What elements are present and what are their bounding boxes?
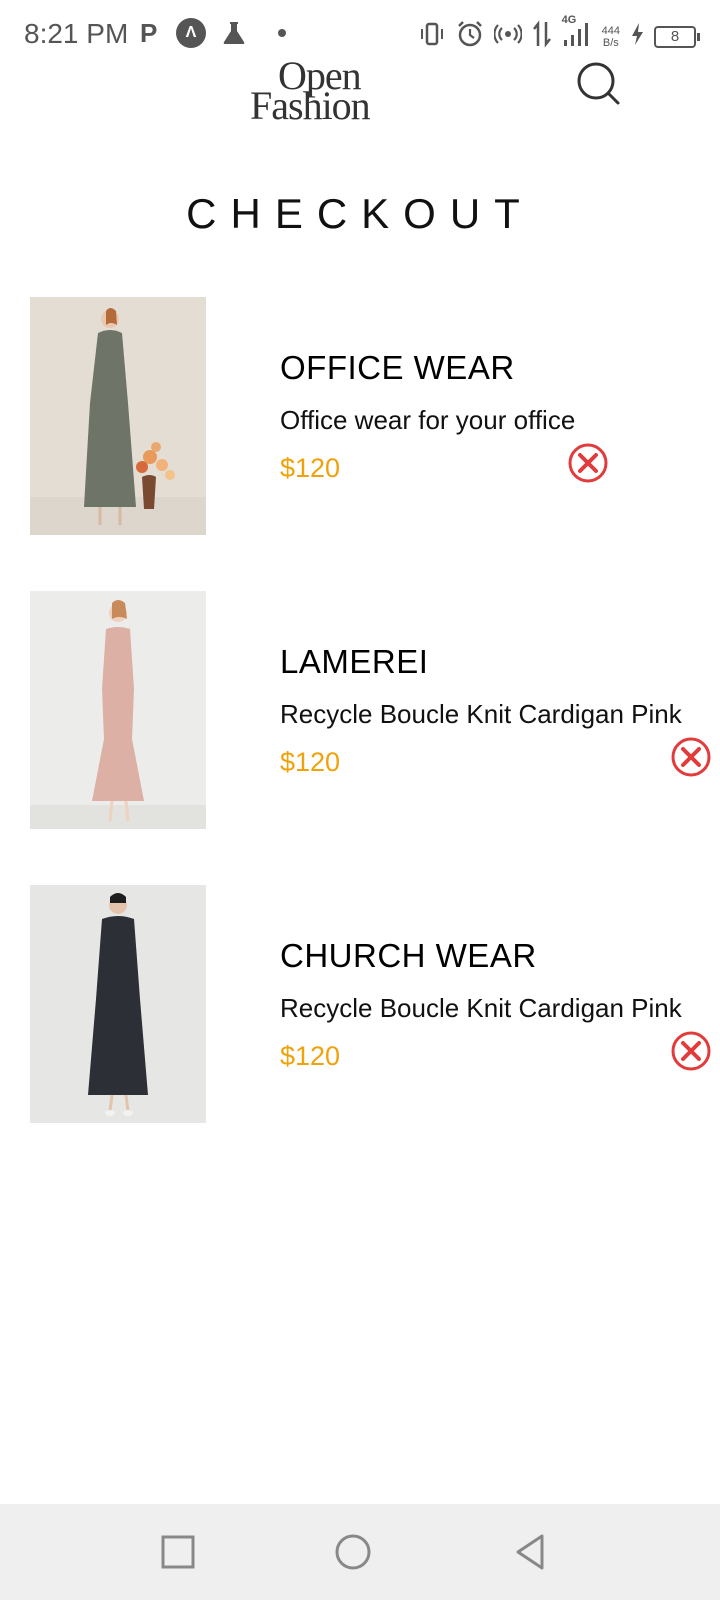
notification-icons: P Λ bbox=[140, 18, 286, 48]
net-speed: 444 B/s bbox=[602, 25, 620, 49]
product-image[interactable] bbox=[30, 885, 206, 1123]
signal-icon: 4G bbox=[562, 14, 592, 53]
item-name: LAMEREI bbox=[280, 643, 429, 680]
close-circle-icon bbox=[671, 737, 711, 777]
flask-icon bbox=[220, 19, 248, 47]
item-description: Recycle Boucle Knit Cardigan Pink bbox=[280, 993, 682, 1023]
open-fashion-logo[interactable]: Open Fashion bbox=[250, 56, 410, 128]
item-price: $120 bbox=[280, 1041, 341, 1071]
logo-line2: Fashion bbox=[250, 83, 371, 128]
system-icons: 4G 444 B/s 8 bbox=[418, 14, 700, 53]
close-circle-icon bbox=[568, 443, 608, 483]
back-icon bbox=[516, 1534, 544, 1570]
data-arrows-icon bbox=[532, 20, 552, 53]
product-image[interactable] bbox=[30, 591, 206, 829]
product-image[interactable] bbox=[30, 297, 206, 535]
remove-item-button[interactable] bbox=[567, 442, 609, 484]
charging-icon bbox=[630, 22, 644, 51]
net-speed-unit: B/s bbox=[602, 36, 619, 49]
item-price: $120 bbox=[280, 747, 341, 777]
hotspot-icon bbox=[492, 21, 523, 52]
dot-icon bbox=[278, 29, 286, 37]
recents-button[interactable] bbox=[158, 1532, 198, 1572]
vibrate-icon bbox=[418, 21, 446, 52]
remove-item-button[interactable] bbox=[670, 1030, 712, 1072]
net-speed-value: 444 bbox=[601, 24, 620, 37]
item-name: OFFICE WEAR bbox=[280, 349, 515, 386]
p-icon: P bbox=[140, 18, 158, 48]
back-button[interactable] bbox=[510, 1532, 550, 1572]
cart-item: CHURCH WEAR Recycle Boucle Knit Cardigan… bbox=[0, 885, 720, 1125]
status-time: 8:21 PM bbox=[24, 18, 129, 49]
a-icon: Λ bbox=[176, 18, 206, 48]
page-title: CHECKOUT bbox=[186, 190, 534, 237]
home-icon bbox=[335, 1534, 371, 1570]
item-description: Recycle Boucle Knit Cardigan Pink bbox=[280, 699, 682, 729]
cart-item: OFFICE WEAR Office wear for your office … bbox=[0, 297, 720, 537]
search-icon bbox=[577, 62, 620, 105]
remove-item-button[interactable] bbox=[670, 736, 712, 778]
battery-icon: 8 bbox=[654, 25, 700, 48]
recents-icon bbox=[161, 1535, 195, 1569]
item-price: $120 bbox=[280, 453, 341, 483]
system-nav-bar bbox=[0, 1504, 720, 1600]
home-button[interactable] bbox=[333, 1532, 373, 1572]
net-type-label: 4G bbox=[561, 14, 577, 26]
cart-item: LAMEREI Recycle Boucle Knit Cardigan Pin… bbox=[0, 591, 720, 831]
alarm-icon bbox=[456, 20, 484, 53]
search-button[interactable] bbox=[574, 60, 622, 108]
close-circle-icon bbox=[671, 1031, 711, 1071]
item-description: Office wear for your office bbox=[280, 405, 576, 435]
item-name: CHURCH WEAR bbox=[280, 937, 537, 974]
